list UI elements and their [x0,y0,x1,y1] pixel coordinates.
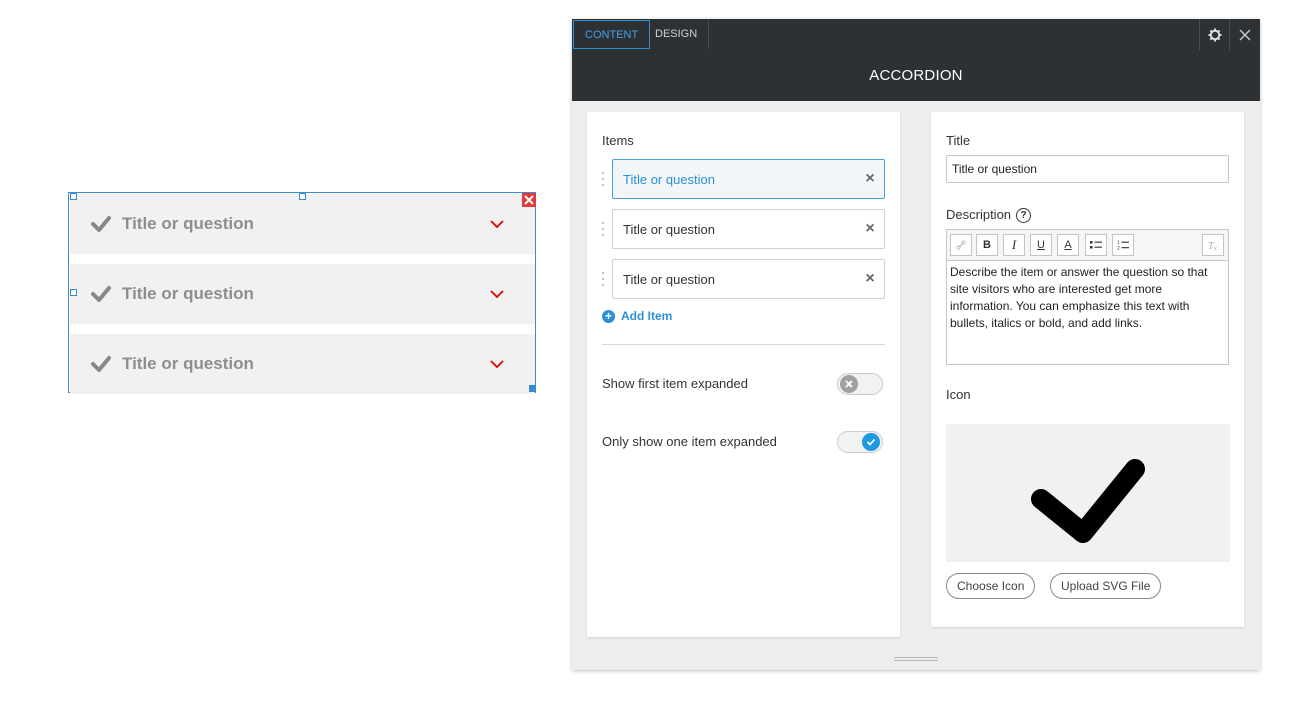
resize-handle-bottom-right[interactable] [529,385,536,392]
plus-circle-icon: + [602,309,615,323]
description-label-row: Description? [946,207,1032,224]
title-input[interactable]: Title or question [946,155,1229,183]
chevron-down-icon[interactable] [489,356,505,372]
link-icon [956,240,966,250]
text-color-button[interactable]: A [1057,234,1079,256]
accordion-row-title: Title or question [122,354,254,373]
remove-item-icon[interactable]: × [856,170,884,188]
icon-label: Icon [946,387,971,402]
close-icon [1239,29,1251,40]
gear-icon [1208,28,1222,41]
show-first-label: Show first item expanded [602,376,748,391]
description-editor[interactable]: Describe the item or answer the question… [946,260,1229,365]
settings-panel: CONTENT DESIGN ACCORDION Items Title or … [572,19,1260,670]
check-icon [91,286,111,302]
svg-text:x: x [1213,246,1217,251]
accordion-row[interactable]: Title or question [70,264,535,324]
accordion-row-title: Title or question [122,214,254,233]
numbered-list-icon: 12 [1117,240,1129,250]
delete-element-button[interactable] [522,193,536,207]
close-icon [845,380,853,388]
numbered-list-button[interactable]: 12 [1112,234,1134,256]
italic-button[interactable]: I [1003,234,1025,256]
drag-handle[interactable] [600,270,606,288]
check-icon [1031,459,1145,543]
add-item-button[interactable]: + Add Item [602,309,672,323]
only-one-label: Only show one item expanded [602,434,777,449]
close-icon [524,195,534,205]
drag-handle[interactable] [600,220,606,238]
bullet-list-icon [1090,241,1102,249]
add-item-label: Add Item [621,309,673,323]
item-detail-column: Title Title or question Description? B I… [931,112,1244,627]
svg-text:1: 1 [1117,240,1120,246]
list-item[interactable]: Title or question × [612,259,885,299]
settings-button[interactable] [1199,19,1230,50]
clear-format-icon: Tx [1208,241,1217,251]
divider [602,344,885,345]
resize-handle-top-left[interactable] [70,193,77,200]
toggle-knob-on [862,433,880,451]
items-column: Items Title or question × Title or quest… [587,112,900,637]
title-label: Title [946,133,971,148]
panel-resize-handle[interactable] [894,657,938,661]
svg-text:2: 2 [1117,246,1120,251]
accordion-row-title: Title or question [122,284,254,303]
check-icon [91,216,111,232]
accordion-row[interactable]: Title or question [70,194,535,254]
chevron-down-icon[interactable] [489,286,505,302]
help-icon[interactable]: ? [1016,208,1032,224]
icon-preview[interactable] [946,424,1230,562]
check-icon [866,438,876,446]
list-item[interactable]: Title or question × [612,159,885,199]
tab-content[interactable]: CONTENT [573,20,651,49]
close-panel-button[interactable] [1229,19,1260,50]
clear-format-button[interactable]: Tx [1202,234,1224,256]
accordion-preview[interactable]: Title or question Title or question Titl… [68,192,536,394]
panel-title: ACCORDION [572,50,1260,101]
link-button[interactable] [950,234,972,256]
item-label: Title or question [623,221,716,237]
underline-button[interactable]: U [1030,234,1052,256]
resize-handle-top[interactable] [299,193,306,200]
toggle-knob-off [840,375,858,393]
bullet-list-button[interactable] [1085,234,1107,256]
remove-item-icon[interactable]: × [856,220,884,238]
chevron-down-icon[interactable] [489,216,505,232]
item-label: Title or question [623,171,716,187]
tab-design[interactable]: DESIGN [644,20,710,49]
remove-item-icon[interactable]: × [856,270,884,288]
only-one-toggle[interactable] [837,431,883,453]
accordion-row[interactable]: Title or question [70,334,535,394]
upload-svg-button[interactable]: Upload SVG File [1050,573,1162,599]
items-label: Items [602,133,634,148]
list-item[interactable]: Title or question × [612,209,885,249]
check-icon [91,356,111,372]
bold-button[interactable]: B [976,234,998,256]
drag-handle[interactable] [600,170,606,188]
choose-icon-button[interactable]: Choose Icon [946,573,1036,599]
resize-handle-left[interactable] [70,289,77,296]
rich-text-toolbar: B I U A 12 Tx [946,229,1229,260]
show-first-toggle[interactable] [837,373,883,395]
description-label: Description [946,207,1012,222]
item-label: Title or question [623,271,716,287]
panel-tab-bar: CONTENT DESIGN [572,19,1260,51]
